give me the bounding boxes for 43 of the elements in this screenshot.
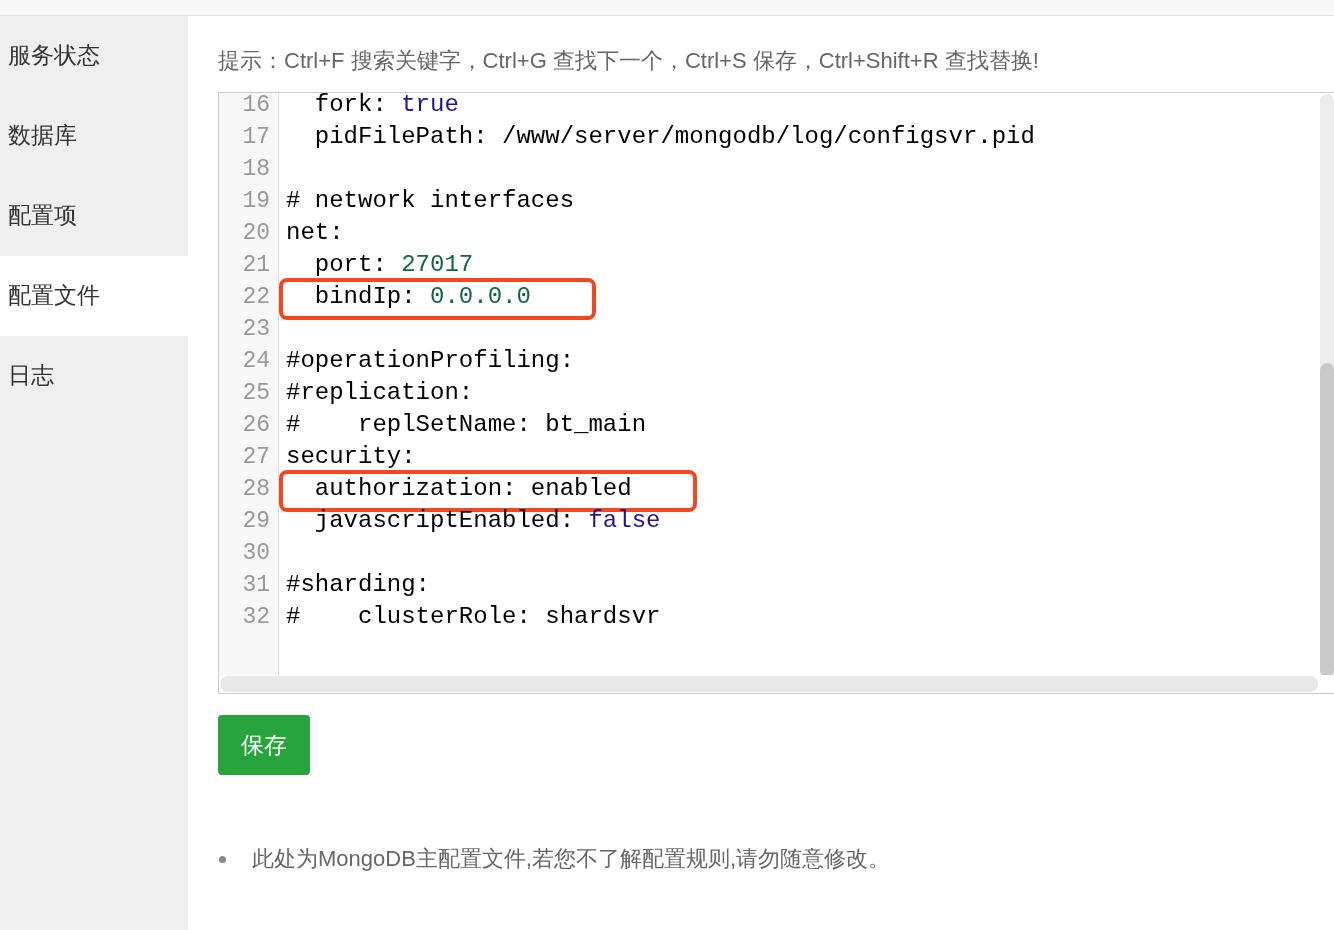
line-number: 20	[242, 221, 270, 245]
line-number: 29	[242, 509, 270, 533]
sidebar-item[interactable]: 配置文件	[0, 256, 188, 336]
code-line: net:	[286, 221, 344, 245]
line-number: 31	[242, 573, 270, 597]
bullet-icon	[219, 855, 226, 863]
code-line: pidFilePath: /www/server/mongodb/log/configsvr.pid	[313, 125, 1035, 149]
line-number: 16	[242, 93, 270, 117]
code-line: #replication:	[286, 381, 474, 405]
code-line: port: 27017	[313, 253, 474, 277]
line-number: 28	[242, 477, 270, 501]
line-number: 32	[242, 605, 270, 629]
line-number: 24	[242, 349, 270, 373]
scrollbar-thumb[interactable]	[1320, 363, 1334, 675]
sidebar-item[interactable]: 配置项	[0, 176, 188, 256]
code-line: fork: true	[313, 93, 459, 117]
horizontal-scrollbar[interactable]	[220, 676, 1318, 692]
code-line: # clusterRole: shardsvr	[286, 605, 661, 629]
note-text: 此处为MongoDB主配置文件,若您不了解配置规则,请勿随意修改。	[252, 845, 891, 873]
line-number: 26	[242, 413, 270, 437]
code-line: #sharding:	[286, 573, 431, 597]
code-editor[interactable]	[218, 92, 1334, 694]
line-number: 23	[242, 317, 270, 341]
code-line: javascriptEnabled: false	[313, 509, 661, 533]
sidebar-item[interactable]: 服务状态	[0, 16, 188, 96]
line-number: 30	[242, 541, 270, 565]
hint-text: 提示：Ctrl+F 搜索关键字，Ctrl+G 查找下一个，Ctrl+S 保存，Ctrl+Shift+R 查找替换!	[218, 47, 1039, 75]
line-number: 22	[242, 285, 270, 309]
line-number: 25	[242, 381, 270, 405]
line-number: 27	[242, 445, 270, 469]
line-number: 21	[242, 253, 270, 277]
sidebar-item[interactable]: 日志	[0, 336, 188, 416]
line-number: 17	[242, 125, 270, 149]
line-number: 19	[242, 189, 270, 213]
vertical-scrollbar[interactable]	[1320, 94, 1334, 675]
code-line: # network interfaces	[286, 189, 575, 213]
code-line: #operationProfiling:	[286, 349, 575, 373]
sidebar-item[interactable]: 数据库	[0, 96, 188, 176]
code-line: authorization: enabled	[313, 477, 632, 501]
line-number: 18	[242, 157, 270, 181]
code-line: security:	[286, 445, 416, 469]
code-line: # replSetName: bt_main	[286, 413, 647, 437]
code-line: bindIp: 0.0.0.0	[313, 285, 531, 309]
